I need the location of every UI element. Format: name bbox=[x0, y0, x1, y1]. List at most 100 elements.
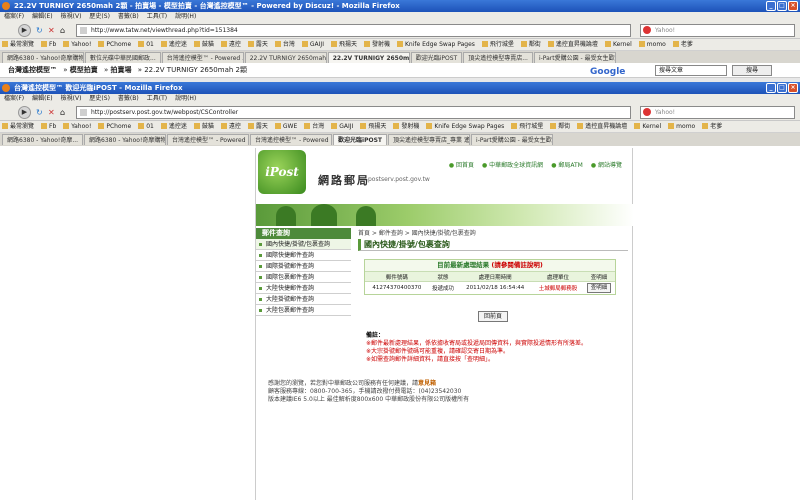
browser-tab[interactable]: 22.2V TURNIGY 2650mah 2... bbox=[244, 52, 327, 63]
minimize-button[interactable]: _ bbox=[766, 1, 776, 11]
bookmark-item[interactable]: 01 bbox=[138, 41, 154, 48]
bookmark-item[interactable]: Fb bbox=[41, 123, 56, 130]
menu-link[interactable]: 大陸掛號郵件查詢 bbox=[256, 294, 351, 305]
browser-tab[interactable]: 台灣遙控模型™ - Powered ... bbox=[161, 52, 244, 63]
bookmark-item[interactable]: 飛行城堡 bbox=[511, 123, 543, 130]
bookmark-item[interactable]: 露天 bbox=[248, 123, 268, 130]
forum-search-input[interactable]: 搜尋文章 bbox=[655, 65, 727, 76]
menu-item[interactable]: 歷史(S) bbox=[89, 13, 110, 20]
menu-item[interactable]: 檔案(F) bbox=[4, 95, 24, 102]
menu-link[interactable]: 大陸快捷郵件查詢 bbox=[256, 283, 351, 294]
home-icon[interactable]: ⌂ bbox=[60, 25, 65, 36]
bookmark-item[interactable]: Kernel bbox=[634, 123, 661, 130]
maximize-button[interactable]: □ bbox=[777, 1, 787, 11]
browser-tab[interactable]: 網路6380 - Yahoo!奇摩購物結果 bbox=[84, 134, 167, 145]
bookmark-item[interactable]: Yahoo! bbox=[63, 41, 91, 48]
menu-link[interactable]: 國內快捷/掛號/包裹查詢 bbox=[256, 239, 351, 250]
bookmark-item[interactable]: 台灣 bbox=[304, 123, 324, 130]
bookmark-item[interactable]: 鼓貓 bbox=[194, 41, 214, 48]
bookmark-item[interactable]: Kernel bbox=[605, 41, 632, 48]
bookmark-item[interactable]: momo bbox=[639, 41, 666, 48]
menu-item[interactable]: 檢視(V) bbox=[61, 13, 82, 20]
bookmark-item[interactable]: 發射機 bbox=[364, 41, 390, 48]
browser-tab[interactable]: 頂尖遙控模型專賣店... bbox=[463, 52, 533, 63]
bookmark-item[interactable]: 飛揚天 bbox=[360, 123, 386, 130]
bookmark-item[interactable]: 遙控迷 bbox=[161, 123, 187, 130]
bookmark-item[interactable]: 老爹 bbox=[673, 41, 693, 48]
browser-tab[interactable]: 台灣遙控模型™ - Powered by Discuz! bbox=[167, 134, 250, 145]
feedback-link[interactable]: 意見箱 bbox=[418, 380, 436, 387]
menu-item[interactable]: 書籤(B) bbox=[118, 13, 139, 20]
bookmark-item[interactable]: Knife Edge Swap Pages bbox=[397, 41, 475, 48]
top-link[interactable]: 回首頁 bbox=[449, 162, 474, 169]
bookmark-item[interactable]: 最常瀏覽 bbox=[2, 123, 34, 130]
back-page-button[interactable]: 回前頁 bbox=[477, 310, 508, 322]
bookmark-item[interactable]: Knife Edge Swap Pages bbox=[426, 123, 504, 130]
ipost-logo[interactable]: iPost bbox=[258, 150, 306, 194]
menu-item[interactable]: 檢視(V) bbox=[61, 95, 82, 102]
browser-tab[interactable]: 台灣遙控模型™ - Powered by Discuz! bbox=[250, 134, 333, 145]
menu-link[interactable]: 國際包裹郵件查詢 bbox=[256, 272, 351, 283]
menu-item[interactable]: 編輯(E) bbox=[32, 95, 52, 102]
bookmark-item[interactable]: PChome bbox=[98, 41, 131, 48]
browser-tab[interactable]: 網路6380 - Yahoo!奇摩購物... bbox=[2, 52, 84, 63]
browser-tab[interactable]: 數位光碟中華民國郵政... bbox=[85, 52, 161, 63]
outer-search-input[interactable]: Yahoo! bbox=[640, 24, 795, 37]
stop-icon[interactable]: ✕ bbox=[48, 107, 55, 118]
menu-item[interactable]: 工具(T) bbox=[147, 13, 167, 20]
browser-tab[interactable]: 歡迎光臨iPOST bbox=[410, 52, 463, 63]
bookmark-item[interactable]: 遠控 bbox=[221, 123, 241, 130]
bookmark-item[interactable]: momo bbox=[668, 123, 695, 130]
home-icon[interactable]: ⌂ bbox=[60, 107, 65, 118]
breadcrumb-item[interactable]: 模型拍賣 bbox=[70, 66, 98, 74]
browser-tab[interactable]: 頂尖遙控模型專賣店_專業 遙控直... bbox=[388, 134, 471, 145]
stop-icon[interactable]: ✕ bbox=[48, 25, 55, 36]
forum-search-button[interactable]: 搜尋 bbox=[732, 65, 772, 76]
bookmark-item[interactable]: GAIJI bbox=[302, 41, 324, 48]
bookmark-item[interactable]: 遠控 bbox=[221, 41, 241, 48]
bookmark-item[interactable]: Fb bbox=[41, 41, 56, 48]
bookmark-item[interactable]: GAIJI bbox=[331, 123, 353, 130]
maximize-button[interactable]: □ bbox=[777, 83, 787, 93]
menu-link[interactable]: 大陸包裹郵件查詢 bbox=[256, 305, 351, 316]
menu-item[interactable]: 書籤(B) bbox=[118, 95, 139, 102]
inner-url-bar[interactable]: http://postserv.post.gov.tw/webpost/CSCo… bbox=[76, 106, 631, 119]
bookmark-item[interactable]: Yahoo! bbox=[63, 123, 91, 130]
detail-button[interactable]: 查明細 bbox=[586, 282, 612, 293]
menu-item[interactable]: 歷史(S) bbox=[89, 95, 110, 102]
bookmark-item[interactable]: PChome bbox=[98, 123, 131, 130]
menu-item[interactable]: 說明(H) bbox=[175, 13, 196, 20]
browser-tab[interactable]: i-Part愛購公園 - 最受女生歡迎的... bbox=[471, 134, 554, 145]
bookmark-item[interactable]: 遙控直昇機論壇 bbox=[548, 41, 598, 48]
minimize-button[interactable]: _ bbox=[766, 83, 776, 93]
forward-button[interactable]: ▶ bbox=[18, 106, 31, 119]
bookmark-item[interactable]: 鼓貓 bbox=[194, 123, 214, 130]
bookmark-item[interactable]: 發射機 bbox=[393, 123, 419, 130]
bookmark-item[interactable]: 鄰街 bbox=[550, 123, 570, 130]
menu-link[interactable]: 國際掛號郵件查詢 bbox=[256, 261, 351, 272]
browser-tab[interactable]: 22.2V TURNIGY 2650m... bbox=[327, 52, 410, 63]
bookmark-item[interactable]: 露天 bbox=[248, 41, 268, 48]
outer-url-bar[interactable]: http://www.tatw.net/viewthread.php?tid=1… bbox=[76, 24, 631, 37]
browser-tab[interactable]: i-Part愛購公園 - 最受女生歡迎... bbox=[533, 52, 616, 63]
forward-button[interactable]: ▶ bbox=[18, 24, 31, 37]
bookmark-item[interactable]: 遙控迷 bbox=[161, 41, 187, 48]
breadcrumb-item[interactable]: 拍賣場 bbox=[110, 66, 131, 74]
menu-link[interactable]: 國際快捷郵件查詢 bbox=[256, 250, 351, 261]
menu-item[interactable]: 說明(H) bbox=[175, 95, 196, 102]
close-button[interactable]: × bbox=[788, 83, 798, 93]
top-link[interactable]: 網站導覽 bbox=[591, 162, 622, 169]
bookmark-item[interactable]: 最常瀏覽 bbox=[2, 41, 34, 48]
menu-item[interactable]: 編輯(E) bbox=[32, 13, 52, 20]
menu-item[interactable]: 檔案(F) bbox=[4, 13, 24, 20]
reload-icon[interactable]: ↻ bbox=[36, 107, 43, 118]
bookmark-item[interactable]: GWE bbox=[275, 123, 297, 130]
bookmark-item[interactable]: 鄰街 bbox=[521, 41, 541, 48]
inner-search-input[interactable]: Yahoo! bbox=[640, 106, 795, 119]
close-button[interactable]: × bbox=[788, 1, 798, 11]
breadcrumb-item[interactable]: 台灣遙控模型™ bbox=[8, 66, 57, 74]
bookmark-item[interactable]: 老爹 bbox=[702, 123, 722, 130]
bookmark-item[interactable]: 01 bbox=[138, 123, 154, 130]
menu-item[interactable]: 工具(T) bbox=[147, 95, 167, 102]
bookmark-item[interactable]: 遙控直昇機論壇 bbox=[577, 123, 627, 130]
